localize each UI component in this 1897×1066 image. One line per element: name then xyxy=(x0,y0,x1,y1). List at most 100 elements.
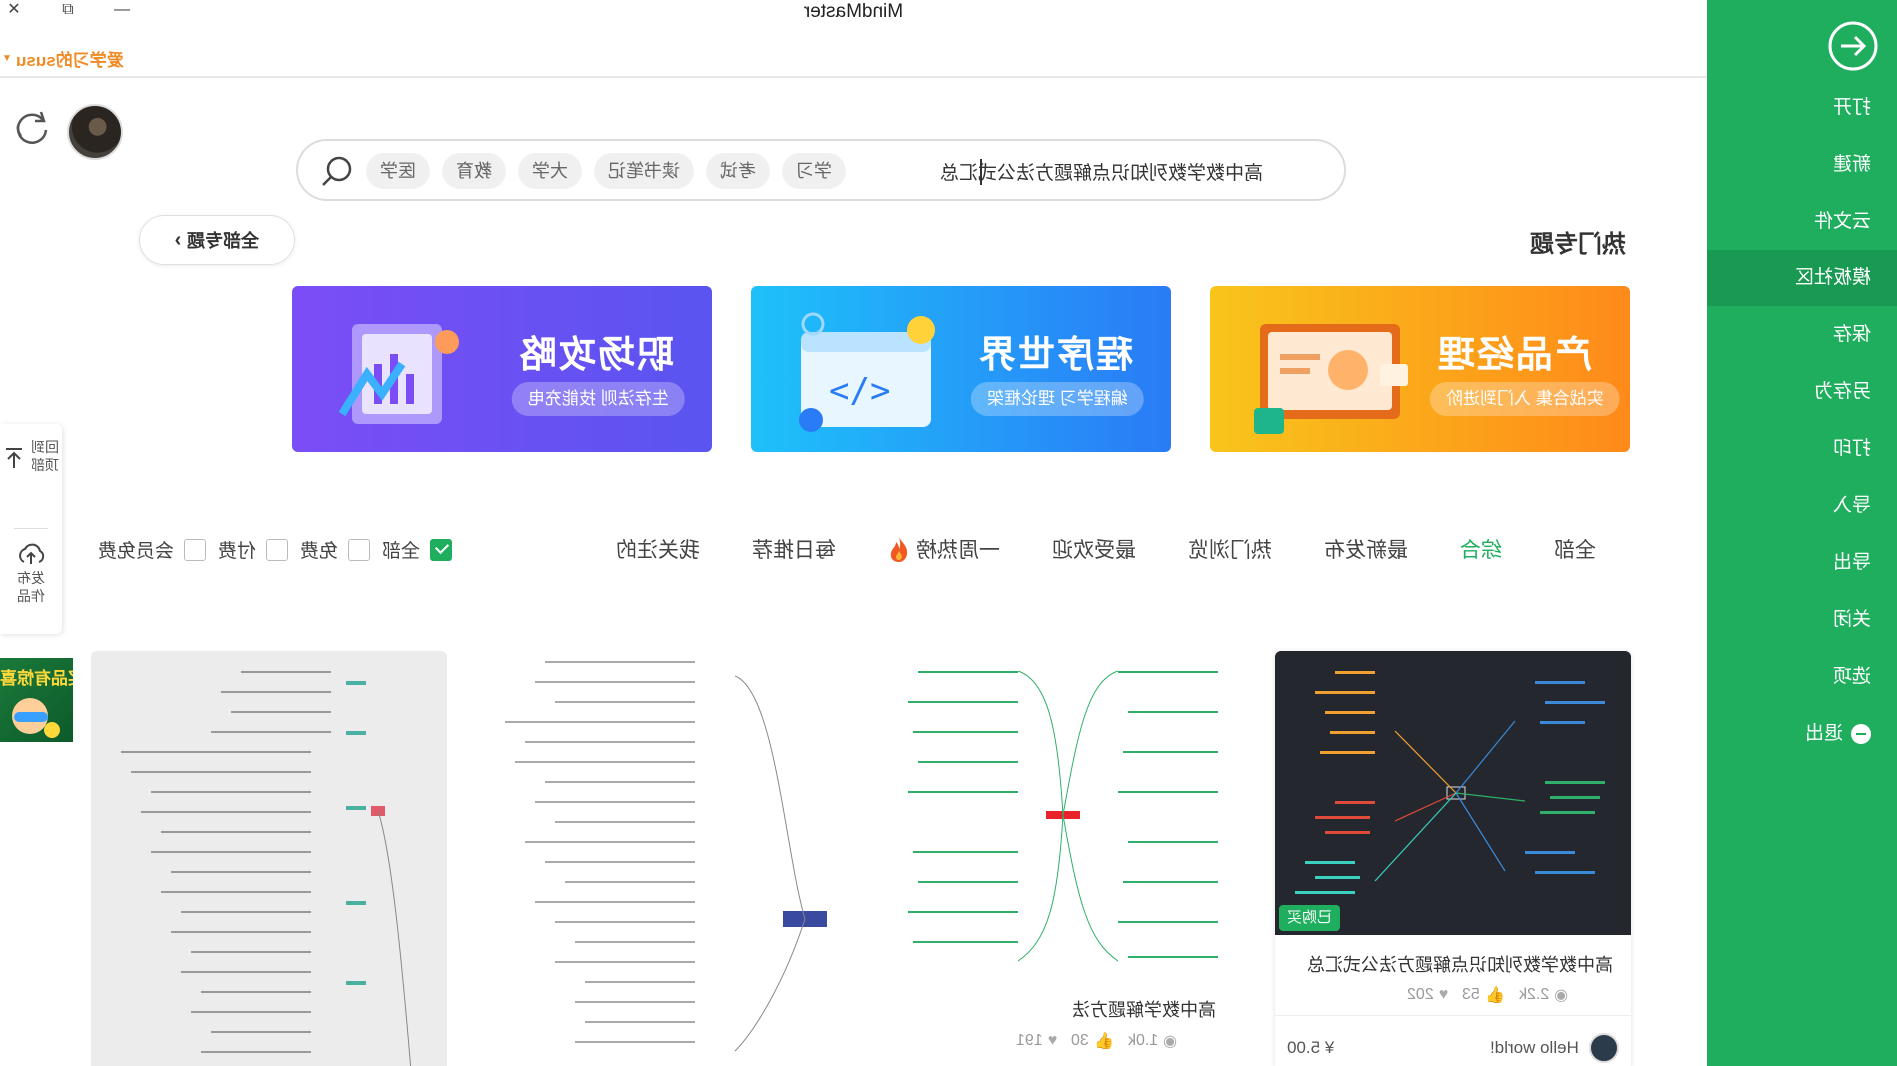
filter-label: 会员免费 xyxy=(98,541,175,562)
search-tag[interactable]: 考试 xyxy=(706,153,770,189)
filter-label: 免费 xyxy=(300,541,339,562)
text-cursor xyxy=(980,159,982,185)
arrow-right-circle-icon[interactable] xyxy=(1827,20,1879,72)
app-title: MindMaster xyxy=(803,1,904,22)
publish-label: 发布作品 xyxy=(17,570,45,604)
all-topics-button[interactable]: ‹ 全部专题 xyxy=(139,215,295,265)
gift-illustration xyxy=(12,698,60,738)
author-avatar[interactable] xyxy=(1589,1033,1619,1063)
filter-members-free[interactable]: 会员免费 xyxy=(98,536,207,563)
float-panel: 回到顶部 发布作品 xyxy=(0,424,62,634)
search-tag[interactable]: 大学 xyxy=(518,153,582,189)
tab-latest[interactable]: 最新发布 xyxy=(1298,534,1434,564)
sidebar-item-cloud-files[interactable]: 云文件 xyxy=(1707,194,1897,250)
checkbox[interactable] xyxy=(266,538,289,561)
eye-icon: ◉ xyxy=(1163,1033,1178,1050)
tab-following[interactable]: 我关注的 xyxy=(590,534,726,564)
card-thumbnail xyxy=(878,651,1234,981)
sidebar: 打开 新建 云文件 模板社区 保存 另存为 打印 导入 导出 关闭 选项 退出 xyxy=(1707,0,1897,1066)
thumbs-up-icon: 👍 xyxy=(1485,987,1505,1004)
price-filters: 会员免费 付费 免费 全部 xyxy=(98,536,453,563)
likes-stat: 53 👍 xyxy=(1462,986,1505,1004)
filter-all[interactable]: 全部 xyxy=(382,536,453,563)
float-panel-divider xyxy=(14,528,48,529)
tab-weekly-hot[interactable]: 一周热榜 xyxy=(862,534,1026,564)
publish-button[interactable]: 发布作品 xyxy=(0,542,62,605)
filter-free[interactable]: 免费 xyxy=(300,536,371,563)
mindmap-preview xyxy=(1295,671,1605,894)
checkbox[interactable] xyxy=(348,538,371,561)
checkbox[interactable] xyxy=(184,538,207,561)
price: ¥ 5.00 xyxy=(1287,1038,1335,1057)
banner-subtitle: 生存法则 技能充电 xyxy=(512,382,685,416)
views-stat: 2.2k ◉ xyxy=(1518,986,1569,1004)
report-chart-icon xyxy=(338,324,459,424)
banner-title: 产品经理 xyxy=(1436,334,1592,375)
mindmap-card[interactable]: 已购买 高中数学数列知识点解题方法公式汇总 202 ♥ 53 👍 2.2k ◉ ¥ 5… xyxy=(1275,651,1631,1066)
eye-icon: ◉ xyxy=(1554,987,1569,1004)
search-tag[interactable]: 教育 xyxy=(442,153,506,189)
banner-subtitle: 实战合集 入门到进阶 xyxy=(1430,382,1620,416)
sidebar-item-print[interactable]: 打印 xyxy=(1707,421,1897,477)
card-title: 高中数学解题方法 xyxy=(1072,1000,1216,1020)
banner-title: 程序世界 xyxy=(977,334,1133,375)
presentation-icon xyxy=(1254,324,1408,434)
checkbox-checked[interactable] xyxy=(430,538,453,561)
back-to-top-label: 回到顶部 xyxy=(30,439,59,473)
sidebar-item-options[interactable]: 选项 xyxy=(1707,649,1897,705)
heart-icon: ♥ xyxy=(1047,1032,1058,1049)
sidebar-item-new[interactable]: 新建 xyxy=(1707,137,1897,193)
search-bar: 医学 教育 大学 读书笔记 考试 学习 xyxy=(296,139,1346,201)
tab-daily-picks[interactable]: 每日推荐 xyxy=(726,534,862,564)
tab-overall[interactable]: 综合 xyxy=(1434,534,1528,564)
avatar[interactable] xyxy=(67,104,123,160)
header-divider xyxy=(0,76,1707,78)
refresh-icon[interactable] xyxy=(12,108,52,148)
sidebar-item-save-as[interactable]: 另存为 xyxy=(1707,364,1897,420)
sidebar-item-open[interactable]: 打开 xyxy=(1707,80,1897,136)
user-name: 爱学习的susu xyxy=(15,51,124,70)
likes-stat: 30 👍 xyxy=(1071,1032,1114,1050)
mindmap-preview xyxy=(121,671,412,1066)
sidebar-item-close[interactable]: 关闭 xyxy=(1707,592,1897,648)
sidebar-item-import[interactable]: 导入 xyxy=(1707,478,1897,534)
tab-hot-views[interactable]: 热门浏览 xyxy=(1162,534,1298,564)
filter-label: 付费 xyxy=(218,541,257,562)
card-divider xyxy=(1275,1015,1631,1016)
tab-most-popular[interactable]: 最受欢迎 xyxy=(1026,534,1162,564)
sidebar-item-exit[interactable]: 退出 xyxy=(1707,706,1897,762)
search-tags: 医学 教育 大学 读书笔记 考试 学习 xyxy=(366,153,846,189)
tab-all[interactable]: 全部 xyxy=(1528,534,1622,564)
search-tag[interactable]: 医学 xyxy=(366,153,430,189)
favorites-stat: 202 ♥ xyxy=(1407,986,1449,1003)
mindmap-card[interactable] xyxy=(485,651,841,1066)
flame-icon xyxy=(890,537,908,562)
exit-icon xyxy=(1851,724,1871,744)
sidebar-item-save[interactable]: 保存 xyxy=(1707,307,1897,363)
back-to-top-button[interactable]: 回到顶部 xyxy=(0,438,62,474)
mindmap-card[interactable] xyxy=(91,651,447,1066)
search-icon[interactable] xyxy=(318,154,354,190)
author-name[interactable]: Hello world! xyxy=(1490,1038,1579,1058)
sidebar-item-export[interactable]: 导出 xyxy=(1707,535,1897,591)
thumbs-up-icon: 👍 xyxy=(1094,1033,1114,1050)
mindmap-card[interactable]: 高中数学解题方法 191 ♥ 30 👍 1.0k ◉ xyxy=(878,651,1234,1066)
chevron-down-icon: ▼ xyxy=(2,53,12,64)
filter-paid[interactable]: 付费 xyxy=(218,536,289,563)
promo-banner[interactable]: 奖品有惊喜 xyxy=(0,658,73,742)
card-stats: 202 ♥ 53 👍 2.2k ◉ xyxy=(1407,985,1568,1005)
heart-icon: ♥ xyxy=(1438,986,1449,1003)
views-stat: 1.0k ◉ xyxy=(1127,1032,1178,1050)
mindmap-preview xyxy=(505,661,827,1052)
user-menu[interactable]: ▼ 爱学习的susu xyxy=(2,46,124,71)
section-title: 热门专题 xyxy=(1530,231,1626,258)
banner-career[interactable]: 职场攻略 生存法则 技能充电 xyxy=(292,286,712,452)
app-window: ✕ ⧉ — MindMaster ▼ 爱学习的susu 医学 教育 大学 读书笔… xyxy=(0,0,1897,1066)
sidebar-item-template-community[interactable]: 模板社区 xyxy=(1707,250,1897,306)
card-stats: 191 ♥ 30 👍 1.0k ◉ xyxy=(1016,1031,1177,1051)
search-input[interactable] xyxy=(940,155,1320,187)
banner-programming[interactable]: </> 程序世界 编程学习 理论框架 xyxy=(751,286,1171,452)
search-tag[interactable]: 学习 xyxy=(782,153,846,189)
banner-product-manager[interactable]: 产品经理 实战合集 入门到进阶 xyxy=(1210,286,1630,452)
search-tag[interactable]: 读书笔记 xyxy=(594,153,694,189)
